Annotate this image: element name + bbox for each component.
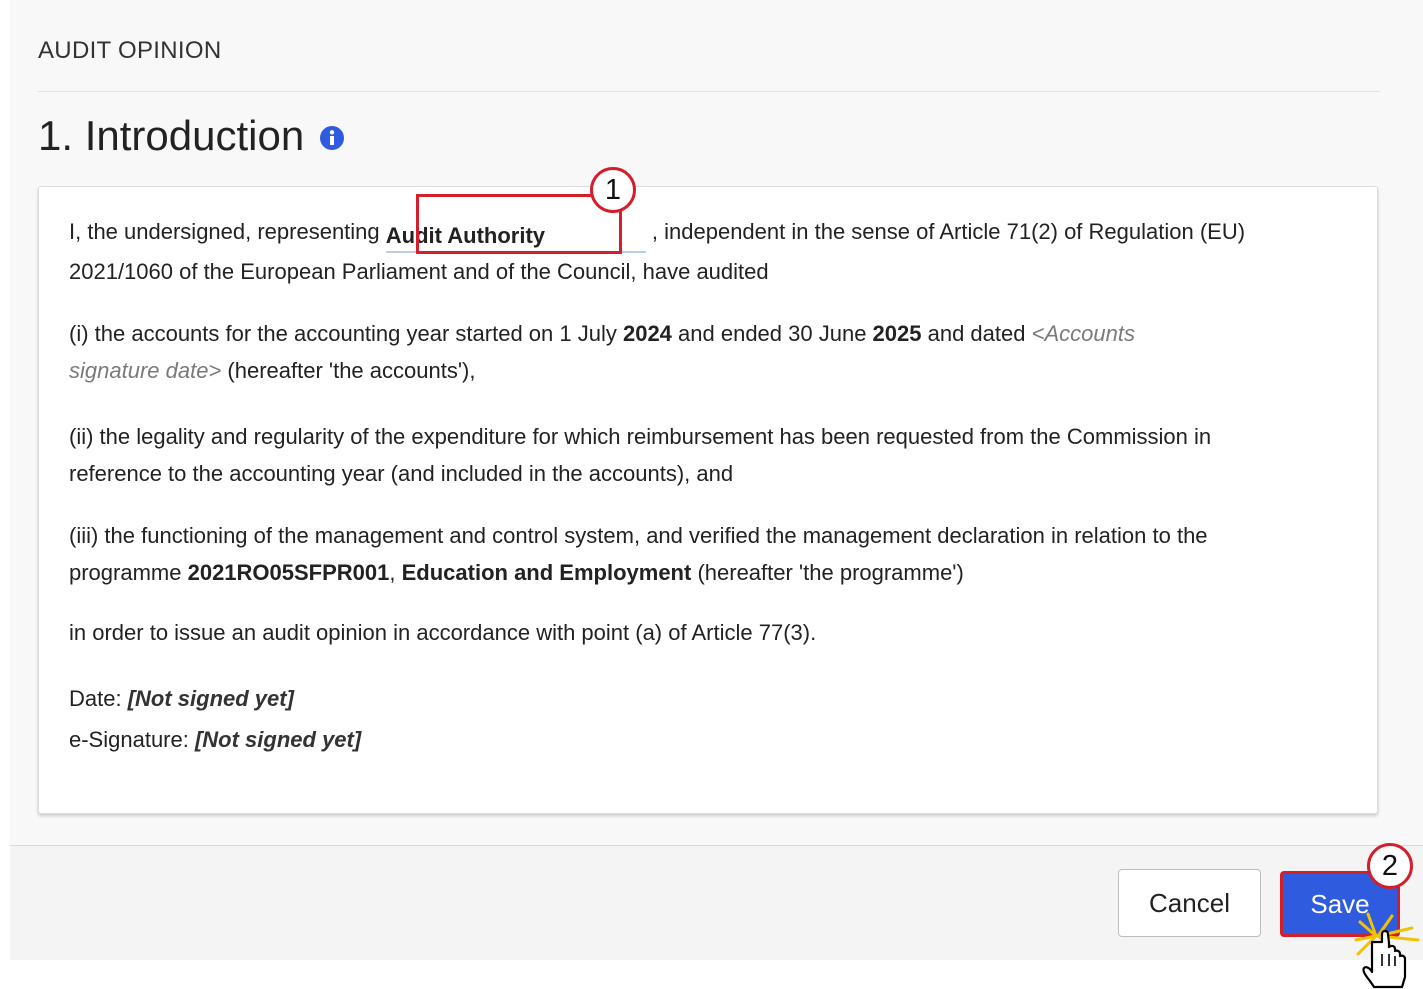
legality-line2: reference to the accounting year (and in… — [69, 461, 734, 486]
purpose-paragraph: in order to issue an audit opinion in ac… — [69, 620, 817, 645]
intro-line2-text: 2021/1060 of the European Parliament and… — [69, 259, 769, 284]
step-2-callout: 2 — [1367, 843, 1413, 889]
esignature-value: [Not signed yet] — [194, 727, 362, 752]
page-title: 1. Introduction — [38, 112, 345, 160]
authority-highlight-box — [416, 194, 622, 254]
accounts-text-1: (i) the accounts for the accounting year… — [69, 321, 623, 346]
legality-line1: (ii) the legality and regularity of the … — [69, 424, 1212, 449]
programme-separator: , — [389, 560, 402, 585]
programme-title: Education and Employment — [401, 560, 692, 585]
page-title-text: 1. Introduction — [38, 112, 305, 159]
step-1-callout: 1 — [590, 167, 636, 213]
accounts-text-3: and dated — [921, 321, 1032, 346]
header-divider — [38, 91, 1380, 92]
page: AUDIT OPINION 1. Introduction I, the und… — [0, 0, 1423, 989]
legality-paragraph: (ii) the legality and regularity of the … — [69, 418, 1211, 492]
accounting-year-start: 2024 — [622, 321, 672, 346]
accounting-year-end: 2025 — [872, 321, 922, 346]
management-line1: (iii) the functioning of the management … — [69, 523, 1208, 548]
intro-prefix-text: I, the undersigned, representing — [69, 219, 380, 244]
intro-paragraph: I, the undersigned, representing Audit A… — [69, 213, 1245, 290]
accounts-date-placeholder-b: signature date> — [69, 358, 222, 383]
introduction-card: I, the undersigned, representing Audit A… — [38, 186, 1378, 814]
intro-suffix-text: , independent in the sense of Article 71… — [651, 219, 1246, 244]
management-paragraph: (iii) the functioning of the management … — [69, 517, 1208, 591]
date-label: Date: — [69, 686, 128, 711]
section-header: AUDIT OPINION — [38, 37, 222, 64]
accounts-date-placeholder-a: <Accounts — [1031, 321, 1135, 346]
signature-block: Date: [Not signed yet] e-Signature: [Not… — [69, 678, 361, 760]
hand-pointer-icon — [1354, 912, 1420, 989]
esignature-label: e-Signature: — [69, 727, 195, 752]
programme-suffix: (hereafter 'the programme') — [691, 560, 964, 585]
accounts-text-2: and ended 30 June — [671, 321, 873, 346]
programme-prefix: programme — [69, 560, 188, 585]
date-value: [Not signed yet] — [127, 686, 294, 711]
info-icon[interactable] — [320, 126, 345, 150]
programme-cci: 2021RO05SFPR001 — [187, 560, 390, 585]
cancel-button[interactable]: Cancel — [1118, 869, 1261, 937]
accounts-paragraph: (i) the accounts for the accounting year… — [69, 315, 1135, 389]
accounts-text-4: (hereafter 'the accounts'), — [221, 358, 476, 383]
